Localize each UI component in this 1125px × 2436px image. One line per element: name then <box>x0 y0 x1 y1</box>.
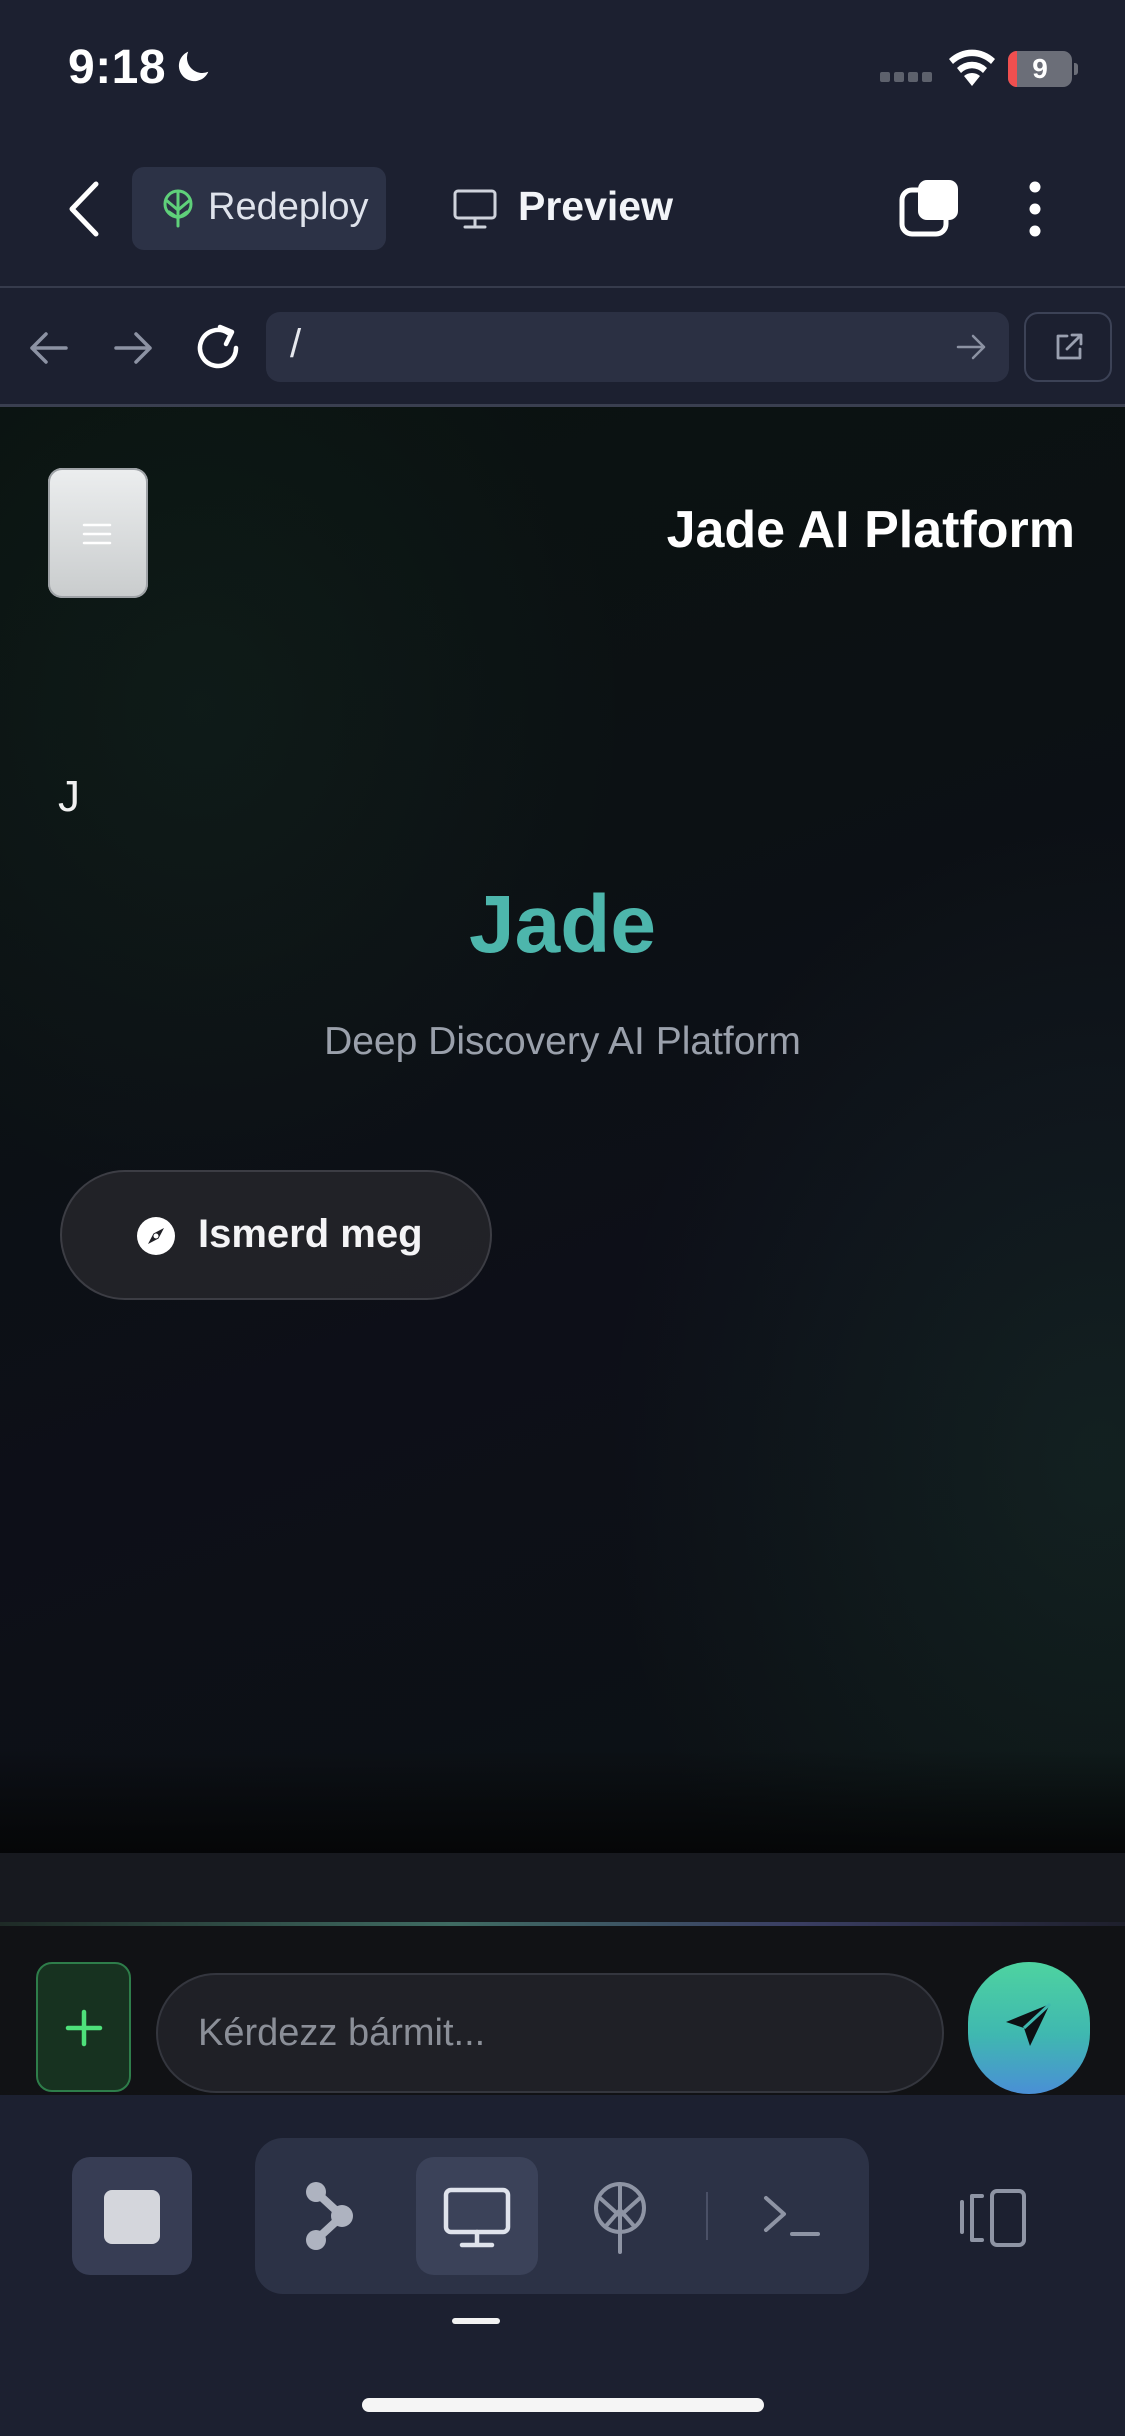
compass-icon <box>137 1217 175 1255</box>
redeploy-icon <box>163 189 193 228</box>
hamburger-icon <box>82 523 112 545</box>
monitor-icon <box>453 189 497 229</box>
header-divider <box>0 286 1125 288</box>
redeploy-label: Redeploy <box>208 186 369 228</box>
hero-title: Jade <box>469 879 656 970</box>
url-field[interactable] <box>266 312 1009 382</box>
webview-fade <box>0 1750 1125 1855</box>
avatar[interactable]: J <box>58 772 80 822</box>
explore-label: Ismerd meg <box>198 1212 423 1256</box>
status-time: 9:18 <box>68 41 167 94</box>
more-options-icon[interactable] <box>1024 180 1046 238</box>
site-title: Jade AI Platform <box>666 501 1075 559</box>
browser-back-icon[interactable] <box>26 326 72 370</box>
tabs-icon[interactable] <box>898 176 962 240</box>
back-button[interactable] <box>62 178 106 240</box>
chat-bar-border <box>0 1922 1125 1926</box>
deploy-icon[interactable] <box>588 2180 652 2256</box>
webview-bottom-strip <box>0 1853 1125 1925</box>
url-go-icon[interactable] <box>954 330 988 364</box>
home-indicator[interactable] <box>362 2398 764 2412</box>
plus-icon <box>65 2009 103 2047</box>
chat-input[interactable] <box>156 1973 944 2093</box>
webview <box>0 407 1125 1853</box>
toolbar-separator <box>706 2192 708 2240</box>
moon-icon <box>178 51 209 82</box>
hero-subtitle: Deep Discovery AI Platform <box>324 1020 801 1063</box>
browser-forward-icon[interactable] <box>110 326 156 370</box>
terminal-icon[interactable] <box>760 2188 824 2244</box>
battery-indicator: 9 <box>1008 51 1078 87</box>
reload-icon[interactable] <box>192 322 244 374</box>
devices-icon[interactable] <box>958 2188 1028 2248</box>
external-link-icon <box>1056 333 1083 360</box>
stop-icon <box>104 2190 160 2244</box>
url-text[interactable]: / <box>290 322 301 367</box>
send-icon <box>1006 2002 1052 2046</box>
agent-icon[interactable] <box>300 2180 360 2252</box>
tool-tab-indicator <box>452 2318 500 2324</box>
cellular-signal-icon <box>880 72 932 82</box>
wifi-icon <box>949 49 995 86</box>
monitor-icon <box>443 2187 511 2248</box>
open-external-button[interactable] <box>1024 312 1112 382</box>
preview-title[interactable]: Preview <box>518 183 673 230</box>
battery-level: 9 <box>1032 53 1048 84</box>
